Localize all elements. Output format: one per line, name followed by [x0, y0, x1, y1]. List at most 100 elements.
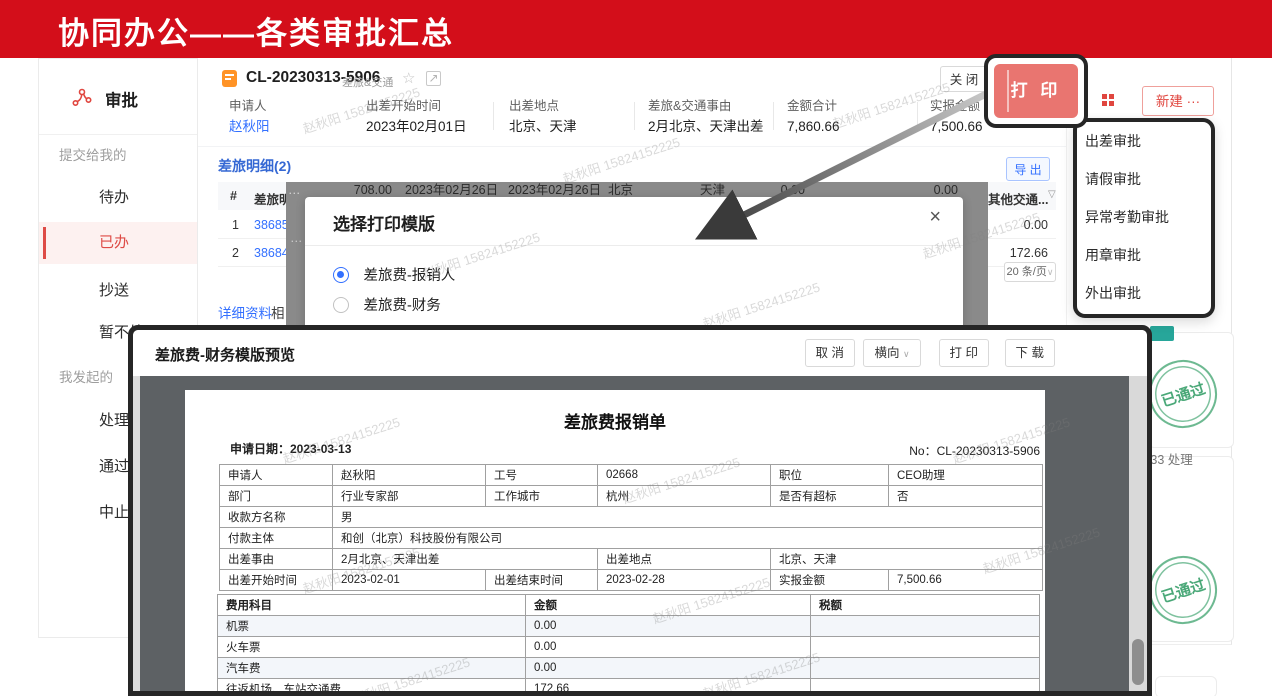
cell: 往返机场、车站交通费 [218, 679, 526, 692]
sidebar-section-submitted: 提交给我的 [59, 143, 127, 169]
menu-item-business-trip[interactable]: 出差审批 [1077, 122, 1211, 160]
preview-print-button[interactable]: 打 印 [939, 339, 989, 367]
menu-item-outing[interactable]: 外出审批 [1077, 274, 1211, 312]
cell: 02668 [598, 465, 771, 486]
cell: 申请人 [220, 465, 333, 486]
document-title: 差旅费报销单 [185, 408, 1045, 433]
menu-item-attendance[interactable]: 异常考勤审批 [1077, 198, 1211, 236]
cell: 7,500.66 [889, 570, 1043, 591]
preview-viewer: 差旅费报销单 申请日期：2023-03-13 No：CL-20230313-59… [133, 376, 1147, 691]
divider [917, 102, 918, 130]
menu-item-leave[interactable]: 请假审批 [1077, 160, 1211, 198]
orientation-value: 横向 [874, 346, 899, 360]
close-button[interactable]: 关 闭 [940, 66, 988, 92]
new-approval-menu: 出差审批 请假审批 异常考勤审批 用章审批 外出审批 [1073, 118, 1215, 318]
section-title-text: 差旅明细 [218, 158, 274, 174]
cancel-button[interactable]: 取 消 [805, 339, 855, 367]
cell: 火车票 [218, 637, 526, 658]
new-approval-button[interactable]: 新建 ··· [1142, 86, 1214, 116]
filter-icon[interactable]: ▽ [1048, 189, 1056, 200]
field-value: 北京、天津 [509, 117, 577, 136]
cell: 部门 [220, 486, 333, 507]
orientation-select[interactable]: 横向 ∨ [863, 339, 921, 367]
sidebar-item-done[interactable]: 已办 [39, 222, 197, 264]
field-label: 差旅&交通事由 [648, 98, 764, 115]
field-label: 金额合计 [787, 98, 840, 115]
title-banner: 协同办公——各类审批汇总 [0, 0, 1272, 58]
option-reimburser[interactable]: 差旅费-报销人 [333, 264, 455, 284]
option-finance[interactable]: 差旅费-财务 [333, 294, 441, 314]
divider [773, 102, 774, 130]
tag-badge [1150, 326, 1174, 341]
viewer-left-strip [133, 376, 140, 691]
menu-item-seal[interactable]: 用章审批 [1077, 236, 1211, 274]
scrollbar-thumb[interactable] [1132, 639, 1144, 685]
cell: 杭州 [598, 486, 771, 507]
print-template-dialog-region: … 708.00 2023年02月26日 2023年02月26日 北京 天津 0… [286, 182, 988, 333]
page-size-select[interactable]: 20 条/页∨ [1004, 262, 1056, 282]
dimmed-cell: 北京 [608, 182, 633, 198]
tab-detail-info[interactable]: 详细资料 [218, 302, 272, 322]
field-applicant: 申请人 赵秋阳 [229, 98, 270, 136]
applicant-link[interactable]: 赵秋阳 [229, 117, 270, 136]
cell: 职位 [771, 465, 889, 486]
cell: 和创（北京）科技股份有限公司 [333, 528, 1043, 549]
dimmed-ellipsis: … [290, 230, 303, 246]
field-label: 出差地点 [509, 98, 577, 115]
chevron-down-icon: ∨ [903, 349, 910, 359]
cell: 172.66 [526, 679, 811, 692]
field-reason: 差旅&交通事由 2月北京、天津出差 [648, 98, 764, 136]
more-icon: ··· [1187, 94, 1201, 109]
print-template-dialog: 选择打印模版 × 差旅费-报销人 差旅费-财务 [305, 197, 963, 333]
apply-date: 申请日期：2023-03-13 [230, 440, 351, 457]
cell: 出差事由 [220, 549, 333, 570]
print-button[interactable]: 打 印 [994, 64, 1078, 118]
preview-scrollbar[interactable] [1129, 376, 1147, 691]
cell: 2月北京、天津出差 [333, 549, 598, 570]
stamp-text: 已通过 [1149, 571, 1216, 611]
open-in-new-icon[interactable]: ↗ [426, 71, 441, 86]
divider [634, 102, 635, 130]
dimmed-cell: 2023年02月26日 [508, 182, 601, 198]
sidebar-item-todo[interactable]: 待办 [39, 177, 197, 219]
sidebar-item-cc[interactable]: 抄送 [39, 270, 197, 312]
grid-view-icon[interactable] [1102, 94, 1115, 107]
dimmed-cell: 0.00 [755, 182, 805, 198]
document-no: No：CL-20230313-5906 [909, 442, 1040, 459]
dimmed-cell: 2023年02月26日 [405, 182, 498, 198]
field-label: 实报金额 [930, 98, 983, 115]
new-label: 新建 [1156, 94, 1183, 109]
radio-selected-icon[interactable] [333, 267, 349, 283]
close-icon[interactable]: × [929, 206, 941, 229]
cell: 出差地点 [598, 549, 771, 570]
field-total: 金额合计 7,860.66 [787, 98, 840, 136]
row-id-link[interactable]: 38685 [254, 218, 289, 232]
divider [305, 245, 963, 246]
dimmed-cell: 0.00 [908, 182, 958, 198]
option-label: 差旅费-报销人 [363, 264, 455, 285]
header-cell: 金额 [526, 595, 811, 616]
approval-app-icon [71, 87, 93, 109]
approval-flow-card [1155, 676, 1217, 696]
dimmed-ellipsis: … [288, 182, 302, 198]
row-index: 2 [232, 246, 239, 260]
sidebar-app-title: 审批 [105, 87, 138, 111]
export-button[interactable]: 导 出 [1006, 157, 1050, 181]
divider [39, 134, 197, 135]
radio-unselected-icon[interactable] [333, 297, 349, 313]
section-count: (2) [274, 158, 291, 174]
divider [198, 146, 1066, 147]
expense-table: 费用科目 金额 税额 机票 0.00 火车票 0.00 [217, 594, 1040, 691]
cell: 出差结束时间 [486, 570, 598, 591]
cell: 赵秋阳 [333, 465, 486, 486]
download-button[interactable]: 下 载 [1005, 339, 1055, 367]
cell: 付款主体 [220, 528, 333, 549]
row-id-link[interactable]: 38684 [254, 246, 289, 260]
info-table: 申请人赵秋阳 工号02668 职位CEO助理 部门行业专家部 工作城市杭州 是否… [219, 464, 1043, 591]
star-icon[interactable]: ☆ [402, 69, 415, 87]
dimmed-cell: 天津 [700, 182, 725, 198]
chevron-down-icon: ∨ [1047, 267, 1054, 277]
row-index: 1 [232, 218, 239, 232]
tab-related[interactable]: 相 [271, 302, 285, 322]
cell: 0.00 [526, 616, 811, 637]
